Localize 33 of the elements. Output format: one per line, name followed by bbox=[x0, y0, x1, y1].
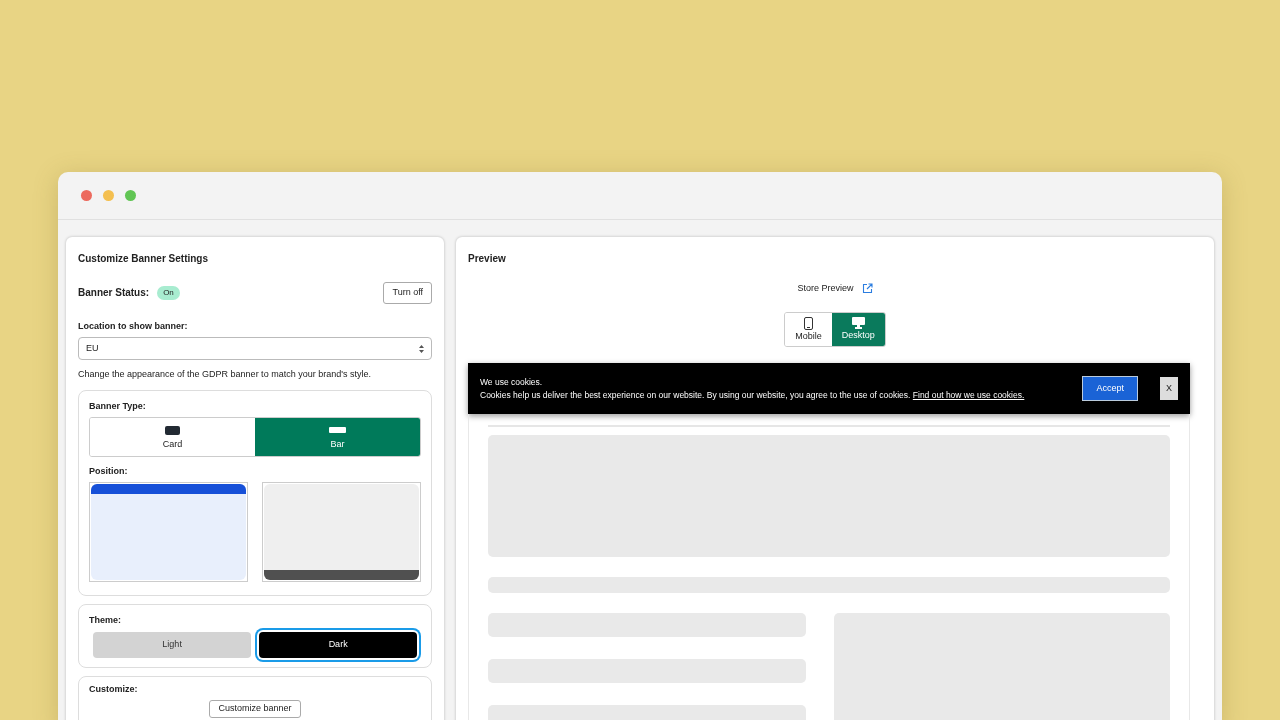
window-control-dot[interactable] bbox=[125, 190, 136, 201]
theme-option[interactable]: Light bbox=[93, 631, 252, 658]
accept-button[interactable]: Accept bbox=[1082, 376, 1138, 401]
field-label: Location to show banner: bbox=[78, 319, 189, 333]
card-icon bbox=[165, 426, 180, 435]
turn-off-button[interactable]: Turn off bbox=[383, 282, 432, 304]
external-link-icon[interactable] bbox=[861, 283, 873, 295]
section-label: Customize: bbox=[89, 682, 139, 696]
window-control-dot[interactable] bbox=[81, 190, 92, 201]
monitor-icon bbox=[851, 316, 865, 329]
store-preview-link[interactable]: Store Preview bbox=[797, 282, 854, 296]
phone-icon bbox=[803, 316, 813, 330]
cookie-policy-link[interactable]: Find out how we use cookies. bbox=[912, 389, 1025, 400]
section-label: Position: bbox=[89, 464, 129, 478]
select-caret-icon bbox=[419, 344, 424, 353]
close-button[interactable]: X bbox=[1160, 377, 1178, 400]
banner-heading: We use cookies. bbox=[480, 375, 544, 389]
panel-title: Customize Banner Settings bbox=[78, 252, 210, 266]
bar-icon bbox=[329, 427, 346, 433]
status-label: Banner Status: bbox=[78, 286, 150, 301]
position-option[interactable] bbox=[262, 482, 421, 582]
device-toggle[interactable]: Desktop bbox=[831, 312, 885, 346]
banner-text: Cookies help us deliver the best experience on our website. By using our website, you agree to the use of cookies. Find out how we use cookies. bbox=[480, 388, 1025, 402]
customize-button[interactable]: Customize banner bbox=[209, 700, 301, 718]
status-badge: On bbox=[157, 285, 180, 300]
location-select[interactable]: EU bbox=[78, 337, 432, 360]
description-text: Change the appearance of the GDPR banner to match your brand's style. bbox=[78, 368, 372, 381]
section-label: Banner Type: bbox=[89, 399, 147, 413]
panel-title: Preview bbox=[468, 252, 507, 266]
position-option[interactable] bbox=[89, 482, 248, 582]
banner-type-option[interactable]: Bar bbox=[255, 418, 420, 456]
section-label: Theme: bbox=[89, 614, 122, 627]
window-control-dot[interactable] bbox=[103, 190, 114, 201]
